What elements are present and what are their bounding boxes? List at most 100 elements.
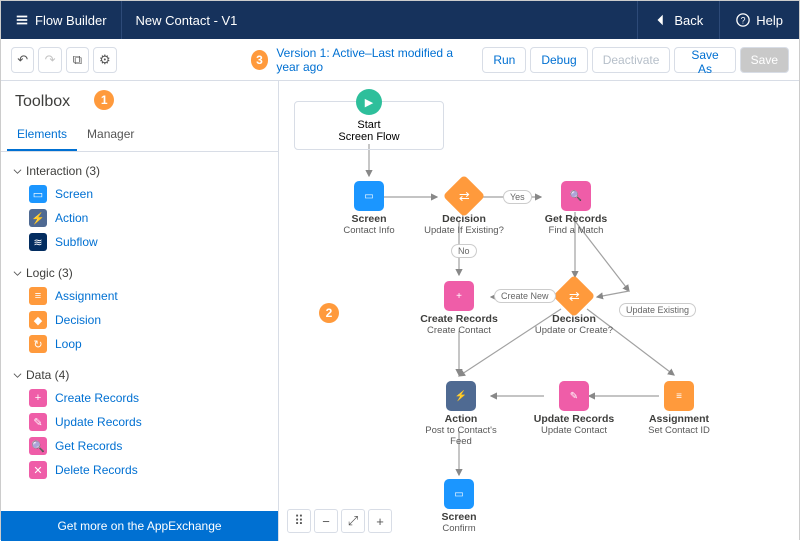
decision-icon: ⇄ [553, 275, 595, 317]
node-sub: Post to Contact's Feed [421, 425, 501, 447]
update-records-icon: ✎ [559, 381, 589, 411]
node-title: Create Records [419, 313, 499, 325]
create-records-icon: + [444, 281, 474, 311]
tab-manager[interactable]: Manager [77, 119, 144, 151]
item-label: Get Records [55, 439, 122, 453]
group-interaction-label: Interaction (3) [26, 164, 100, 178]
appexchange-button[interactable]: Get more on the AppExchange [1, 511, 278, 541]
toolbar: ↶ ↷ ⧉ ⚙ 3 Version 1: Active–Last modifie… [1, 39, 799, 81]
group-data-header[interactable]: Data (4) [7, 364, 272, 386]
item-label: Subflow [55, 235, 98, 249]
start-title: Start [295, 119, 443, 131]
help-icon: ? [736, 13, 750, 27]
item-label: Assignment [55, 289, 118, 303]
item-create-records[interactable]: +Create Records [7, 386, 272, 410]
undo-button[interactable]: ↶ [11, 47, 34, 73]
zoom-out-button[interactable]: − [314, 509, 338, 533]
save-button[interactable]: Save [740, 47, 789, 73]
group-logic-header[interactable]: Logic (3) [7, 262, 272, 284]
start-node[interactable]: ▶ Start Screen Flow [294, 101, 444, 150]
marker-3: 3 [251, 50, 269, 70]
group-data-label: Data (4) [26, 368, 69, 382]
decision-icon: ◆ [29, 311, 47, 329]
create-records-icon: + [29, 389, 47, 407]
node-title: Get Records [541, 213, 611, 225]
start-sub: Screen Flow [295, 131, 443, 143]
node-create-records[interactable]: + Create Records Create Contact [419, 281, 499, 336]
item-subflow[interactable]: ≋ Subflow [7, 230, 272, 254]
delete-records-icon: ✕ [29, 461, 47, 479]
copy-button[interactable]: ⧉ [66, 47, 89, 73]
select-tool-button[interactable]: ⠿ [287, 509, 311, 533]
node-sub: Update or Create? [529, 325, 619, 336]
item-label: Action [55, 211, 88, 225]
app-logo-icon [15, 13, 29, 27]
tab-elements[interactable]: Elements [7, 119, 77, 151]
group-logic-label: Logic (3) [26, 266, 73, 280]
item-assignment[interactable]: ≡ Assignment [7, 284, 272, 308]
node-decision-update[interactable]: ⇄ Decision Update If Existing? [424, 181, 504, 236]
node-action-post[interactable]: ⚡ Action Post to Contact's Feed [421, 381, 501, 447]
chevron-down-icon [13, 269, 22, 278]
assignment-icon: ≡ [29, 287, 47, 305]
node-update-records[interactable]: ✎ Update Records Update Contact [529, 381, 619, 436]
version-text: Version 1: Active–Last modified a year a… [276, 46, 478, 74]
loop-icon: ↻ [29, 335, 47, 353]
subflow-icon: ≋ [29, 233, 47, 251]
marker-2: 2 [319, 303, 339, 323]
assignment-icon: ≡ [664, 381, 694, 411]
node-sub: Set Contact ID [639, 425, 719, 436]
marker-1: 1 [94, 90, 114, 110]
screen-icon: ▭ [29, 185, 47, 203]
node-title: Action [421, 413, 501, 425]
node-sub: Confirm [429, 523, 489, 534]
node-sub: Update Contact [529, 425, 619, 436]
node-sub: Contact Info [334, 225, 404, 236]
play-icon: ▶ [356, 89, 382, 115]
flow-canvas[interactable]: ▶ Start Screen Flow ▭ Screen Contact Inf… [279, 81, 799, 541]
node-sub: Update If Existing? [424, 225, 504, 236]
get-records-icon: 🔍 [29, 437, 47, 455]
flow-title: New Contact - V1 [122, 13, 252, 28]
fit-button[interactable]: ⤢ [341, 509, 365, 533]
item-action[interactable]: ⚡Action [7, 206, 272, 230]
item-label: Screen [55, 187, 93, 201]
run-button[interactable]: Run [482, 47, 526, 73]
zoom-in-button[interactable]: + [368, 509, 392, 533]
node-screen-contact[interactable]: ▭ Screen Contact Info [334, 181, 404, 236]
pill-no: No [451, 244, 477, 258]
item-label: Decision [55, 313, 101, 327]
save-as-button[interactable]: Save As [674, 47, 735, 73]
redo-button[interactable]: ↷ [38, 47, 61, 73]
action-icon: ⚡ [446, 381, 476, 411]
node-title: Screen [429, 511, 489, 523]
item-screen[interactable]: ▭ Screen [7, 182, 272, 206]
item-delete-records[interactable]: ✕Delete Records [7, 458, 272, 482]
item-get-records[interactable]: 🔍 Get Records [7, 434, 272, 458]
deactivate-button[interactable]: Deactivate [592, 47, 671, 73]
node-title: Update Records [529, 413, 619, 425]
app-header: Flow Builder New Contact - V1 Back ? Hel… [1, 1, 799, 39]
node-get-records[interactable]: 🔍 Get Records Find a Match [541, 181, 611, 236]
node-screen-confirm[interactable]: ▭ Screen Confirm [429, 479, 489, 534]
arrow-left-icon [654, 13, 668, 27]
settings-button[interactable]: ⚙ [93, 47, 116, 73]
item-loop[interactable]: ↻ Loop [7, 332, 272, 356]
item-update-records[interactable]: ✎Update Records [7, 410, 272, 434]
item-decision[interactable]: ◆ Decision [7, 308, 272, 332]
chevron-down-icon [13, 167, 22, 176]
node-assignment[interactable]: ≡ Assignment Set Contact ID [639, 381, 719, 436]
help-button[interactable]: ? Help [719, 1, 799, 39]
get-records-icon: 🔍 [561, 181, 591, 211]
back-button[interactable]: Back [637, 1, 719, 39]
group-interaction-header[interactable]: Interaction (3) [7, 160, 272, 182]
item-label: Update Records [55, 415, 142, 429]
help-label: Help [756, 13, 783, 28]
decision-icon: ⇄ [443, 175, 485, 217]
toolbox-tabs: Elements Manager [1, 119, 278, 152]
item-label: Loop [55, 337, 82, 351]
node-title: Assignment [639, 413, 719, 425]
screen-icon: ▭ [444, 479, 474, 509]
screen-icon: ▭ [354, 181, 384, 211]
debug-button[interactable]: Debug [530, 47, 587, 73]
